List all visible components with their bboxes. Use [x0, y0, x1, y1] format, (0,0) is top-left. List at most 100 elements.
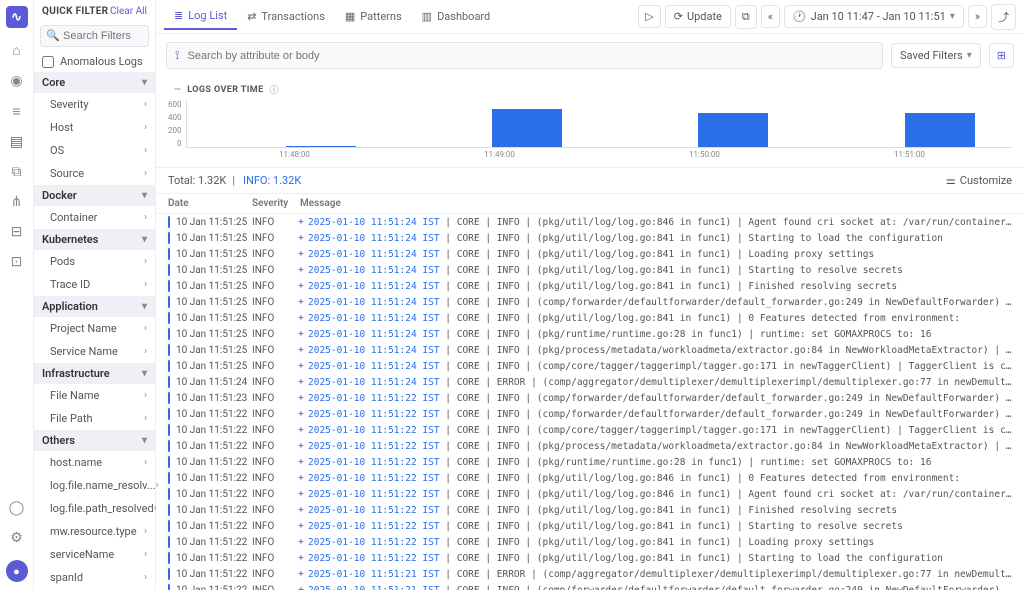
- filter-item[interactable]: File Name›: [34, 384, 155, 407]
- log-row[interactable]: 10 Jan 11:51:22INFO+2025-01-10 11:51:22 …: [156, 438, 1024, 454]
- tab-patterns[interactable]: ▦Patterns: [335, 3, 412, 30]
- log-row[interactable]: 10 Jan 11:51:25INFO+2025-01-10 11:51:24 …: [156, 326, 1024, 342]
- expand-icon[interactable]: +: [296, 505, 306, 516]
- expand-icon[interactable]: +: [296, 233, 306, 244]
- expand-icon[interactable]: +: [296, 473, 306, 484]
- time-range-picker[interactable]: 🕐Jan 10 11:47 - Jan 10 11:51▾: [784, 5, 964, 28]
- log-row[interactable]: 10 Jan 11:51:22INFO+2025-01-10 11:51:22 …: [156, 550, 1024, 566]
- time-prev-button[interactable]: «: [761, 5, 780, 28]
- filter-group-others[interactable]: Others▾: [34, 430, 155, 451]
- chart-bar[interactable]: [905, 113, 975, 147]
- expand-icon[interactable]: +: [296, 281, 306, 292]
- filter-item[interactable]: OS›: [34, 139, 155, 162]
- log-row[interactable]: 10 Jan 11:51:22INFO+2025-01-10 11:51:22 …: [156, 534, 1024, 550]
- filter-group-core[interactable]: Core▾: [34, 72, 155, 93]
- search-input[interactable]: [187, 50, 874, 62]
- filter-item[interactable]: Pods›: [34, 250, 155, 273]
- filter-item[interactable]: Service Name›: [34, 340, 155, 363]
- tab-dashboard[interactable]: ▥Dashboard: [412, 3, 501, 30]
- time-next-button[interactable]: »: [968, 5, 987, 28]
- collapse-caret-icon[interactable]: —: [174, 85, 181, 95]
- expand-icon[interactable]: +: [296, 537, 306, 548]
- filter-group-docker[interactable]: Docker▾: [34, 185, 155, 206]
- play-button[interactable]: ▷: [638, 5, 660, 28]
- log-row[interactable]: 10 Jan 11:51:25INFO+2025-01-10 11:51:24 …: [156, 294, 1024, 310]
- log-row[interactable]: 10 Jan 11:51:23INFO+2025-01-10 11:51:22 …: [156, 390, 1024, 406]
- customize-button[interactable]: ⚌Customize: [946, 174, 1012, 187]
- filter-item[interactable]: log.file.name_resolv...›: [34, 474, 155, 497]
- expand-icon[interactable]: +: [296, 313, 306, 324]
- log-row[interactable]: 10 Jan 11:51:25INFO+2025-01-10 11:51:24 …: [156, 230, 1024, 246]
- filter-group-application[interactable]: Application▾: [34, 296, 155, 317]
- log-row[interactable]: 10 Jan 11:51:24INFO+2025-01-10 11:51:24 …: [156, 374, 1024, 390]
- rail-traces-icon[interactable]: ⧉: [12, 164, 22, 180]
- filter-item[interactable]: mw.resource.type›: [34, 520, 155, 543]
- col-header-severity[interactable]: Severity: [252, 198, 300, 209]
- search-box[interactable]: ⟟: [166, 42, 883, 69]
- filter-item[interactable]: Project Name›: [34, 317, 155, 340]
- filter-item[interactable]: Severity›: [34, 93, 155, 116]
- expand-icon[interactable]: +: [296, 377, 306, 388]
- expand-icon[interactable]: +: [296, 393, 306, 404]
- log-row[interactable]: 10 Jan 11:51:22INFO+2025-01-10 11:51:22 …: [156, 502, 1024, 518]
- chart-bar[interactable]: [698, 113, 768, 147]
- log-row[interactable]: 10 Jan 11:51:22INFO+2025-01-10 11:51:22 …: [156, 422, 1024, 438]
- log-list[interactable]: 10 Jan 11:51:25INFO+2025-01-10 11:51:24 …: [156, 214, 1024, 590]
- filter-item[interactable]: host.name›: [34, 451, 155, 474]
- info-icon[interactable]: ⓘ: [270, 83, 279, 96]
- rail-infra-icon[interactable]: ⋔: [11, 194, 23, 210]
- log-row[interactable]: 10 Jan 11:51:22INFO+2025-01-10 11:51:22 …: [156, 486, 1024, 502]
- expand-icon[interactable]: +: [296, 521, 306, 532]
- filter-item[interactable]: log.file.path_resolved›: [34, 497, 155, 520]
- filter-item[interactable]: Source›: [34, 162, 155, 185]
- log-row[interactable]: 10 Jan 11:51:25INFO+2025-01-10 11:51:24 …: [156, 214, 1024, 230]
- rail-list-icon[interactable]: ≡: [12, 103, 20, 120]
- expand-icon[interactable]: +: [296, 409, 306, 420]
- log-row[interactable]: 10 Jan 11:51:22INFO+2025-01-10 11:51:22 …: [156, 454, 1024, 470]
- log-row[interactable]: 10 Jan 11:51:25INFO+2025-01-10 11:51:24 …: [156, 262, 1024, 278]
- rail-logs-icon[interactable]: ▤: [10, 134, 23, 150]
- filter-item[interactable]: Container›: [34, 206, 155, 229]
- log-row[interactable]: 10 Jan 11:51:22INFO+2025-01-10 11:51:21 …: [156, 566, 1024, 582]
- expand-icon[interactable]: +: [296, 569, 306, 580]
- chart-bar[interactable]: [286, 146, 356, 147]
- rail-home-icon[interactable]: ⌂: [12, 42, 20, 59]
- expand-icon[interactable]: +: [296, 585, 306, 590]
- chart-bar[interactable]: [492, 109, 562, 147]
- expand-icon[interactable]: +: [296, 553, 306, 564]
- log-row[interactable]: 10 Jan 11:51:25INFO+2025-01-10 11:51:24 …: [156, 358, 1024, 374]
- log-row[interactable]: 10 Jan 11:51:25INFO+2025-01-10 11:51:24 …: [156, 278, 1024, 294]
- expand-icon[interactable]: +: [296, 489, 306, 500]
- filter-item[interactable]: Host›: [34, 116, 155, 139]
- saved-filters-dropdown[interactable]: Saved Filters▾: [891, 43, 981, 68]
- filter-group-infrastructure[interactable]: Infrastructure▾: [34, 363, 155, 384]
- log-row[interactable]: 10 Jan 11:51:22INFO+2025-01-10 11:51:22 …: [156, 406, 1024, 422]
- rail-avatar[interactable]: ●: [6, 560, 28, 582]
- expand-icon[interactable]: +: [296, 345, 306, 356]
- rail-help-icon[interactable]: ◯: [9, 500, 25, 516]
- filter-item[interactable]: spanId›: [34, 566, 155, 589]
- save-filter-button[interactable]: ⊞: [989, 43, 1014, 68]
- log-row[interactable]: 10 Jan 11:51:22INFO+2025-01-10 11:51:21 …: [156, 582, 1024, 590]
- rail-settings-icon[interactable]: ⚙: [10, 530, 23, 546]
- anomalous-checkbox[interactable]: [42, 56, 54, 68]
- expand-icon[interactable]: +: [296, 361, 306, 372]
- rail-alerts-icon[interactable]: ⊡: [11, 254, 23, 270]
- copy-button[interactable]: ⧉: [735, 5, 757, 29]
- rail-metrics-icon[interactable]: ◉: [10, 73, 22, 89]
- filter-group-kubernetes[interactable]: Kubernetes▾: [34, 229, 155, 250]
- log-row[interactable]: 10 Jan 11:51:22INFO+2025-01-10 11:51:22 …: [156, 518, 1024, 534]
- expand-icon[interactable]: +: [296, 425, 306, 436]
- col-header-date[interactable]: Date: [168, 198, 252, 209]
- expand-icon[interactable]: +: [296, 249, 306, 260]
- log-row[interactable]: 10 Jan 11:51:25INFO+2025-01-10 11:51:24 …: [156, 342, 1024, 358]
- expand-icon[interactable]: +: [296, 441, 306, 452]
- expand-icon[interactable]: +: [296, 265, 306, 276]
- filter-item[interactable]: Trace ID›: [34, 273, 155, 296]
- upload-button[interactable]: ⤴: [991, 4, 1016, 30]
- update-button[interactable]: ⟳Update: [665, 5, 731, 28]
- col-header-message[interactable]: Message: [300, 198, 1012, 209]
- filter-item[interactable]: serviceName›: [34, 543, 155, 566]
- tab-transactions[interactable]: ⇄Transactions: [237, 3, 335, 30]
- filter-item[interactable]: File Path›: [34, 407, 155, 430]
